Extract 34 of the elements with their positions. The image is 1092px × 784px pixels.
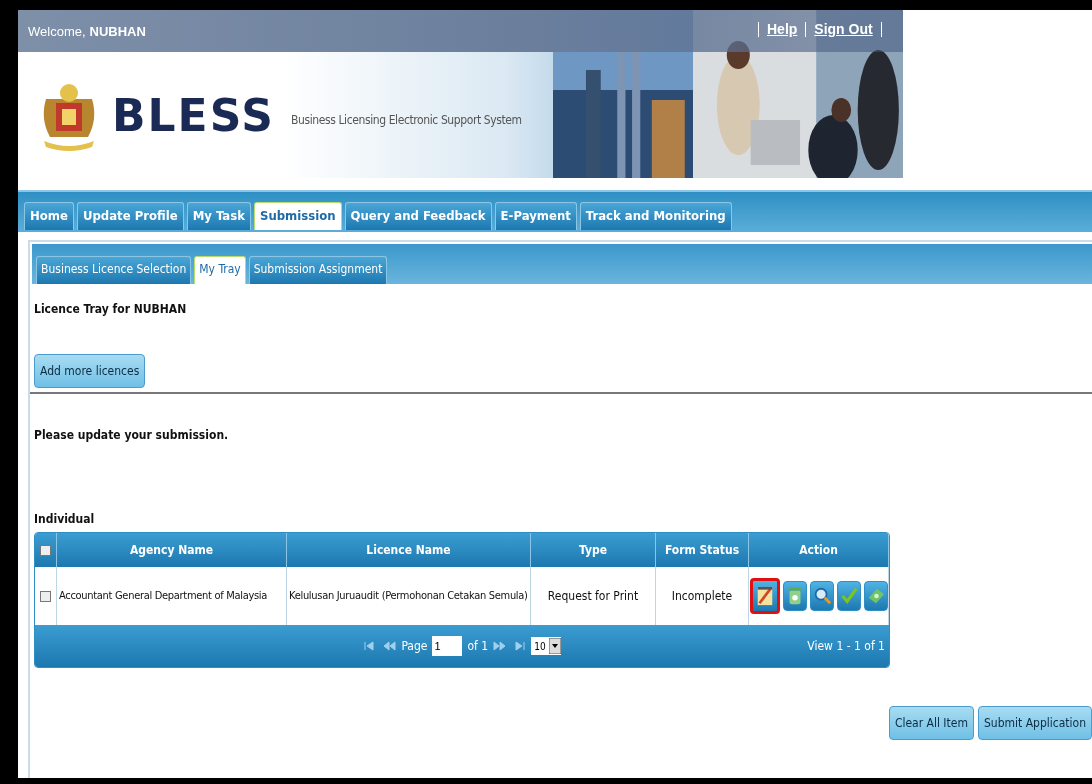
nav-tab[interactable]: Track and Monitoring [579, 202, 732, 230]
nav-tab[interactable]: My Task [186, 202, 251, 230]
header-link[interactable]: Help [758, 22, 806, 37]
column-header: Form Status [656, 533, 749, 567]
column-header: Agency Name [57, 533, 287, 567]
page-size-select[interactable]: 10 [531, 637, 561, 655]
page-label: Page [401, 639, 428, 653]
sub-tab[interactable]: Submission Assignment [248, 256, 388, 284]
column-header: Type [531, 533, 656, 567]
nav-tab[interactable]: Home [24, 202, 74, 230]
brand-logo: BLESS [112, 89, 276, 141]
table-cell: Kelulusan Juruaudit (Permohonan Cetakan Semula) [287, 567, 531, 625]
header-link[interactable]: Sign Out [805, 22, 882, 37]
table-cell: Accountant General Department of Malaysia [57, 567, 287, 625]
nav-tab[interactable]: Query and Feedback [344, 202, 492, 230]
nav-tab[interactable]: Submission [253, 202, 342, 230]
column-header: Action [749, 533, 889, 567]
nav-tab[interactable]: E-Payment [494, 202, 577, 230]
tagline: Business Licensing Electronic Support System [291, 113, 522, 127]
footer-button[interactable]: Submit Application [977, 706, 1092, 740]
sub-tab[interactable]: Business Licence Selection [36, 256, 192, 284]
section-heading: Licence Tray for NUBHAN [34, 302, 188, 316]
sub-tab[interactable]: My Tray [194, 256, 246, 284]
user-name: NUBHAN [89, 23, 146, 39]
page-count: of 1 [467, 639, 489, 653]
record-count: View 1 - 1 of 1 [807, 639, 885, 653]
instruction-text: Please update your submission. [34, 428, 230, 442]
footer-button[interactable]: Clear All Item [888, 706, 974, 740]
nav-tab[interactable]: Update Profile [76, 202, 184, 230]
column-header: Licence Name [287, 533, 531, 567]
add-licences-button[interactable]: Add more licences [34, 354, 146, 388]
page-input[interactable]: 1 [432, 636, 463, 656]
welcome-text: Welcome, [28, 23, 86, 39]
section-heading: Individual [34, 512, 96, 526]
